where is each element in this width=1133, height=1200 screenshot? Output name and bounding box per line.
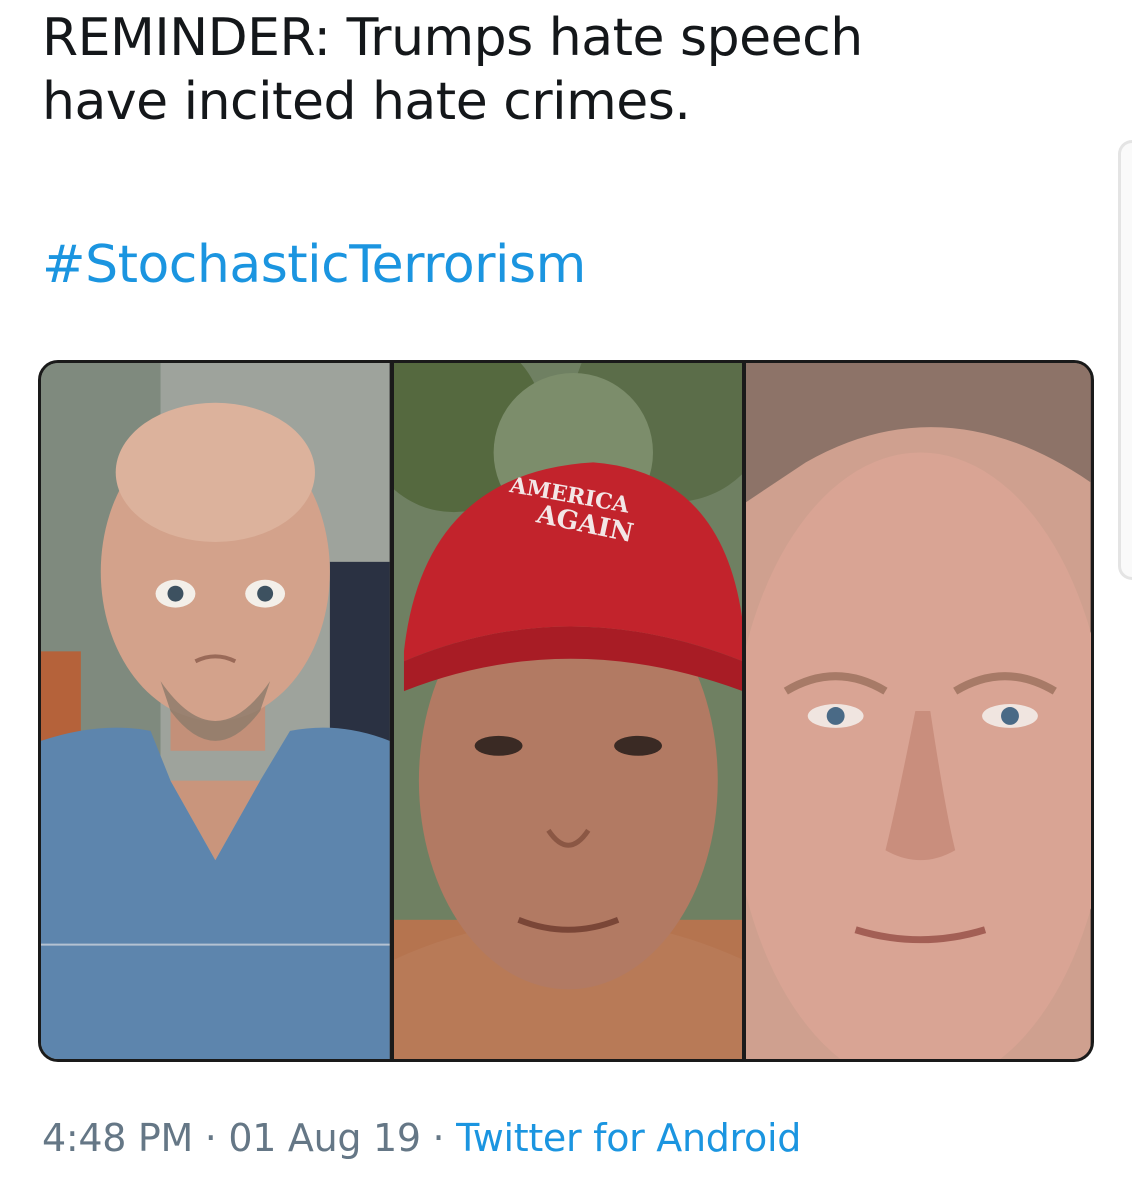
tweet-media-grid[interactable]: AMERICA AGAIN [38,360,1094,1062]
meta-separator-2: · [420,1116,457,1160]
tweet-photo-2[interactable]: AMERICA AGAIN [389,363,743,1059]
tweet-time: 4:48 PM [42,1116,194,1160]
photo-2-image: AMERICA AGAIN [393,363,743,1059]
tweet-photo-1[interactable] [41,363,390,1059]
tweet-meta: 4:48 PM · 01 Aug 19 · Twitter for Androi… [42,1112,801,1164]
tweet-date: 01 Aug 19 [228,1116,421,1160]
tweet-text: REMINDER: Trumps hate speech have incite… [42,6,1102,134]
tweet-text-line-2: have incited hate crimes. [42,72,691,132]
tweet-source-link[interactable]: Twitter for Android [456,1116,801,1160]
meta-separator: · [193,1116,229,1160]
hashtag-link[interactable]: #StochasticTerrorism [42,233,586,297]
photo-3-image [746,363,1091,1059]
tweet-text-line-1: REMINDER: Trumps hate speech [42,8,863,68]
photo-1-image [41,363,390,1059]
tweet-photo-3[interactable] [742,363,1091,1059]
scrollbar[interactable] [1118,140,1132,580]
